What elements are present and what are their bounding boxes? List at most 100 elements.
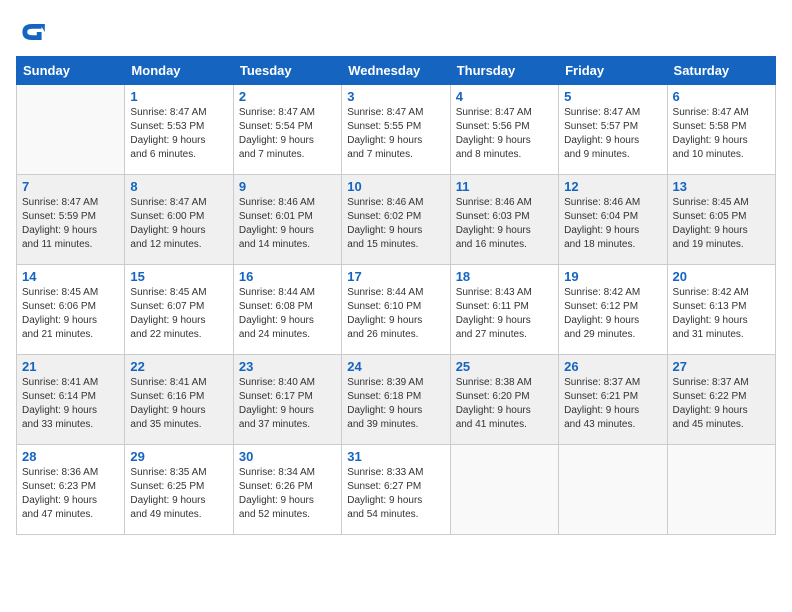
weekday-header-thursday: Thursday [450, 57, 558, 85]
day-number: 11 [456, 179, 553, 194]
day-info: Sunrise: 8:42 AM Sunset: 6:12 PM Dayligh… [564, 286, 661, 342]
day-number: 24 [347, 359, 444, 374]
calendar-week-row: 14 Sunrise: 8:45 AM Sunset: 6:06 PM Dayli… [17, 265, 776, 355]
day-info: Sunrise: 8:35 AM Sunset: 6:25 PM Dayligh… [130, 466, 227, 522]
day-info: Sunrise: 8:45 AM Sunset: 6:05 PM Dayligh… [673, 196, 770, 252]
day-number: 7 [22, 179, 119, 194]
day-info: Sunrise: 8:37 AM Sunset: 6:21 PM Dayligh… [564, 376, 661, 432]
calendar-cell: 15 Sunrise: 8:45 AM Sunset: 6:07 PM Dayli… [125, 265, 233, 355]
calendar-cell: 17 Sunrise: 8:44 AM Sunset: 6:10 PM Dayli… [342, 265, 450, 355]
day-number: 2 [239, 89, 336, 104]
calendar-cell [450, 445, 558, 535]
calendar-cell: 14 Sunrise: 8:45 AM Sunset: 6:06 PM Dayli… [17, 265, 125, 355]
day-number: 28 [22, 449, 119, 464]
day-info: Sunrise: 8:39 AM Sunset: 6:18 PM Dayligh… [347, 376, 444, 432]
calendar-cell: 8 Sunrise: 8:47 AM Sunset: 6:00 PM Daylig… [125, 175, 233, 265]
day-number: 22 [130, 359, 227, 374]
day-info: Sunrise: 8:47 AM Sunset: 5:53 PM Dayligh… [130, 106, 227, 162]
day-number: 31 [347, 449, 444, 464]
day-info: Sunrise: 8:47 AM Sunset: 5:56 PM Dayligh… [456, 106, 553, 162]
calendar: SundayMondayTuesdayWednesdayThursdayFrid… [16, 56, 776, 535]
calendar-cell [17, 85, 125, 175]
day-info: Sunrise: 8:45 AM Sunset: 6:07 PM Dayligh… [130, 286, 227, 342]
weekday-header-friday: Friday [559, 57, 667, 85]
day-number: 15 [130, 269, 227, 284]
calendar-cell: 12Sunrise: 8:46 AM Sunset: 6:04 PM Dayli… [559, 175, 667, 265]
day-number: 30 [239, 449, 336, 464]
calendar-cell: 28 Sunrise: 8:36 AM Sunset: 6:23 PM Dayli… [17, 445, 125, 535]
logo [16, 16, 52, 48]
day-number: 27 [673, 359, 770, 374]
day-info: Sunrise: 8:43 AM Sunset: 6:11 PM Dayligh… [456, 286, 553, 342]
weekday-header-monday: Monday [125, 57, 233, 85]
calendar-cell: 10Sunrise: 8:46 AM Sunset: 6:02 PM Dayli… [342, 175, 450, 265]
day-number: 14 [22, 269, 119, 284]
calendar-cell: 7 Sunrise: 8:47 AM Sunset: 5:59 PM Daylig… [17, 175, 125, 265]
day-number: 20 [673, 269, 770, 284]
calendar-week-row: 7 Sunrise: 8:47 AM Sunset: 5:59 PM Daylig… [17, 175, 776, 265]
calendar-cell: 9 Sunrise: 8:46 AM Sunset: 6:01 PM Daylig… [233, 175, 341, 265]
header [16, 16, 776, 48]
calendar-cell: 16 Sunrise: 8:44 AM Sunset: 6:08 PM Dayli… [233, 265, 341, 355]
day-info: Sunrise: 8:47 AM Sunset: 5:59 PM Dayligh… [22, 196, 119, 252]
day-number: 9 [239, 179, 336, 194]
day-info: Sunrise: 8:45 AM Sunset: 6:06 PM Dayligh… [22, 286, 119, 342]
calendar-cell: 31Sunrise: 8:33 AM Sunset: 6:27 PM Dayli… [342, 445, 450, 535]
day-info: Sunrise: 8:47 AM Sunset: 5:58 PM Dayligh… [673, 106, 770, 162]
day-info: Sunrise: 8:47 AM Sunset: 6:00 PM Dayligh… [130, 196, 227, 252]
day-info: Sunrise: 8:44 AM Sunset: 6:10 PM Dayligh… [347, 286, 444, 342]
day-number: 29 [130, 449, 227, 464]
day-info: Sunrise: 8:41 AM Sunset: 6:14 PM Dayligh… [22, 376, 119, 432]
calendar-cell: 1 Sunrise: 8:47 AM Sunset: 5:53 PM Daylig… [125, 85, 233, 175]
day-info: Sunrise: 8:47 AM Sunset: 5:57 PM Dayligh… [564, 106, 661, 162]
day-info: Sunrise: 8:47 AM Sunset: 5:54 PM Dayligh… [239, 106, 336, 162]
day-number: 25 [456, 359, 553, 374]
calendar-cell: 22 Sunrise: 8:41 AM Sunset: 6:16 PM Dayli… [125, 355, 233, 445]
day-number: 19 [564, 269, 661, 284]
calendar-week-row: 1 Sunrise: 8:47 AM Sunset: 5:53 PM Daylig… [17, 85, 776, 175]
day-info: Sunrise: 8:42 AM Sunset: 6:13 PM Dayligh… [673, 286, 770, 342]
calendar-cell: 20 Sunrise: 8:42 AM Sunset: 6:13 PM Dayli… [667, 265, 775, 355]
day-number: 26 [564, 359, 661, 374]
day-number: 13 [673, 179, 770, 194]
day-info: Sunrise: 8:40 AM Sunset: 6:17 PM Dayligh… [239, 376, 336, 432]
calendar-cell: 24 Sunrise: 8:39 AM Sunset: 6:18 PM Dayli… [342, 355, 450, 445]
day-number: 12 [564, 179, 661, 194]
day-number: 5 [564, 89, 661, 104]
day-number: 1 [130, 89, 227, 104]
day-info: Sunrise: 8:38 AM Sunset: 6:20 PM Dayligh… [456, 376, 553, 432]
calendar-cell: 19 Sunrise: 8:42 AM Sunset: 6:12 PM Dayli… [559, 265, 667, 355]
calendar-cell: 18Sunrise: 8:43 AM Sunset: 6:11 PM Dayli… [450, 265, 558, 355]
day-info: Sunrise: 8:46 AM Sunset: 6:01 PM Dayligh… [239, 196, 336, 252]
calendar-cell: 4 Sunrise: 8:47 AM Sunset: 5:56 PM Daylig… [450, 85, 558, 175]
calendar-week-row: 21 Sunrise: 8:41 AM Sunset: 6:14 PM Dayli… [17, 355, 776, 445]
day-info: Sunrise: 8:44 AM Sunset: 6:08 PM Dayligh… [239, 286, 336, 342]
calendar-cell: 21 Sunrise: 8:41 AM Sunset: 6:14 PM Dayli… [17, 355, 125, 445]
weekday-header-row: SundayMondayTuesdayWednesdayThursdayFrid… [17, 57, 776, 85]
calendar-cell [667, 445, 775, 535]
day-number: 21 [22, 359, 119, 374]
day-info: Sunrise: 8:41 AM Sunset: 6:16 PM Dayligh… [130, 376, 227, 432]
day-number: 4 [456, 89, 553, 104]
calendar-cell: 13 Sunrise: 8:45 AM Sunset: 6:05 PM Dayli… [667, 175, 775, 265]
calendar-cell [559, 445, 667, 535]
calendar-cell: 25 Sunrise: 8:38 AM Sunset: 6:20 PM Dayli… [450, 355, 558, 445]
calendar-cell: 3 Sunrise: 8:47 AM Sunset: 5:55 PM Daylig… [342, 85, 450, 175]
calendar-cell: 29 Sunrise: 8:35 AM Sunset: 6:25 PM Dayli… [125, 445, 233, 535]
logo-icon [16, 16, 48, 48]
calendar-cell: 11Sunrise: 8:46 AM Sunset: 6:03 PM Dayli… [450, 175, 558, 265]
weekday-header-wednesday: Wednesday [342, 57, 450, 85]
day-info: Sunrise: 8:34 AM Sunset: 6:26 PM Dayligh… [239, 466, 336, 522]
day-info: Sunrise: 8:36 AM Sunset: 6:23 PM Dayligh… [22, 466, 119, 522]
day-number: 3 [347, 89, 444, 104]
day-number: 10 [347, 179, 444, 194]
calendar-cell: 6Sunrise: 8:47 AM Sunset: 5:58 PM Daylig… [667, 85, 775, 175]
weekday-header-sunday: Sunday [17, 57, 125, 85]
calendar-cell: 23Sunrise: 8:40 AM Sunset: 6:17 PM Dayli… [233, 355, 341, 445]
calendar-cell: 27Sunrise: 8:37 AM Sunset: 6:22 PM Dayli… [667, 355, 775, 445]
day-number: 8 [130, 179, 227, 194]
day-number: 17 [347, 269, 444, 284]
day-info: Sunrise: 8:47 AM Sunset: 5:55 PM Dayligh… [347, 106, 444, 162]
day-number: 16 [239, 269, 336, 284]
weekday-header-tuesday: Tuesday [233, 57, 341, 85]
